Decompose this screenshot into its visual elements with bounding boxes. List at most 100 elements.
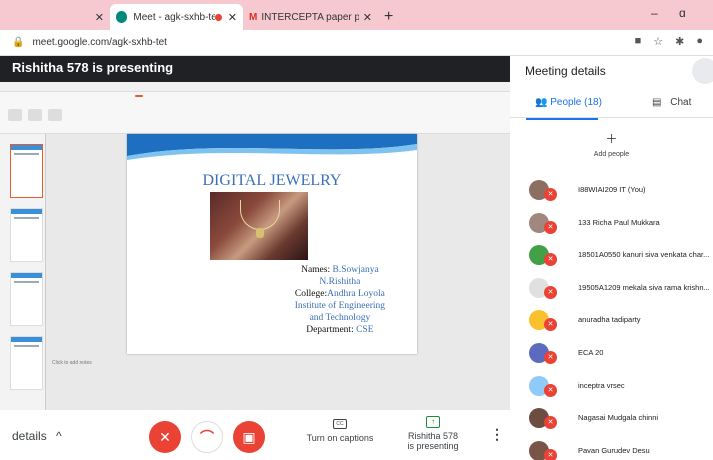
participant-row[interactable]: ✕ 18501A0550 kanuri siva venkata char...	[510, 239, 713, 272]
active-tab-indicator	[526, 118, 598, 120]
chevron-up-icon: ^	[56, 429, 62, 443]
participant-name: 133 Richa Paul Mukkara	[578, 217, 660, 227]
camera-indicator-icon[interactable]: ■	[635, 35, 642, 48]
participant-name: inceptra vrsec	[578, 380, 625, 390]
participant-row[interactable]: ✕ I88WIAI209 IT (You)	[510, 174, 713, 207]
muted-icon: ✕	[544, 318, 557, 332]
new-tab-button[interactable]: +	[384, 4, 393, 30]
presenter-line-2: is presenting	[407, 441, 459, 452]
profile-icon[interactable]: ●	[696, 35, 703, 48]
college-label: College:	[294, 289, 328, 300]
bookmark-star-icon[interactable]: ☆	[653, 35, 663, 48]
slide-info: Names: B.Sowjanya N.Rishitha College:And…	[295, 264, 385, 336]
recording-dot-icon	[215, 13, 222, 21]
url-field[interactable]: meet.google.com/agk-sxhb-tet	[32, 37, 167, 48]
participant-row[interactable]: ✕ 19505A1209 mekala siva rama krishn...	[510, 272, 713, 305]
details-label: details	[12, 429, 47, 443]
tab-chat[interactable]: ▤ Chat	[652, 97, 691, 108]
slide-headline: DIGITAL JEWELRY	[202, 172, 342, 189]
muted-icon: ✕	[544, 416, 557, 430]
people-icon: 👥	[535, 97, 548, 108]
slide-header-swoosh	[127, 134, 417, 160]
muted-icon: ✕	[544, 285, 557, 299]
jewelry-photo	[210, 192, 308, 260]
name-2: N.Rishitha	[319, 277, 361, 288]
people-tab-label: People (18)	[550, 97, 602, 108]
participant-name: ECA 20	[578, 347, 604, 357]
college-line-1: Andhra Loyola	[327, 289, 385, 300]
meet-favicon-icon	[116, 11, 128, 23]
participant-row[interactable]: ✕ anuradha tadiparty	[510, 304, 713, 337]
participant-list: ✕ I88WIAI209 IT (You) ✕ 133 Richa Paul M…	[510, 174, 713, 460]
presenting-title: Rishitha 578 is presenting	[12, 60, 174, 75]
presenter-line-1: Rishitha 578	[407, 431, 459, 441]
participant-row[interactable]: ✕ Nagasai Mudgala chinni	[510, 402, 713, 435]
captions-label: Turn on captions	[306, 433, 374, 443]
address-bar: 🔒 meet.google.com/agk-sxhb-tet ■ ☆ ✱ ●	[0, 30, 713, 56]
slide-thumbnail	[10, 336, 43, 390]
captions-icon: CC	[333, 419, 347, 429]
panel-tabs: 👥 People (18) ▤ Chat	[510, 92, 713, 120]
close-icon[interactable]: ✕	[228, 11, 237, 24]
participant-name: anuradha tadiparty	[578, 315, 641, 325]
ribbon-tabs	[135, 95, 143, 97]
presentation-app-titlebar	[0, 82, 510, 92]
participant-row[interactable]: ✕ inceptra vrsec	[510, 370, 713, 403]
tab-title: INTERCEPTA paper presentation	[261, 11, 359, 23]
shared-screen: DIGITAL JEWELRY Names: B.Sowjanya N.Rish…	[0, 82, 510, 436]
more-options-button[interactable]: ⋮	[490, 426, 504, 443]
tab-people[interactable]: 👥 People (18)	[526, 97, 602, 120]
leave-call-button[interactable]: ⌒	[191, 421, 223, 453]
captions-button[interactable]: CC Turn on captions	[300, 419, 380, 443]
participant-row[interactable]: ✕ Pavan Gurudev Desu	[510, 435, 713, 460]
ribbon-icon	[8, 109, 22, 121]
participant-name: I88WIAI209 IT (You)	[578, 185, 646, 194]
present-icon: ↑	[426, 416, 440, 428]
slide-editor: DIGITAL JEWELRY Names: B.Sowjanya N.Rish…	[0, 134, 510, 418]
participant-name: 18501A0550 kanuri siva venkata char...	[578, 250, 710, 260]
add-people-label: Add people	[593, 151, 630, 158]
ribbon-icon	[48, 109, 62, 121]
participant-row[interactable]: ✕ 133 Richa Paul Mukkara	[510, 207, 713, 240]
add-person-icon: ＋	[605, 132, 618, 146]
participant-name: Pavan Gurudev Desu	[578, 445, 650, 455]
slide-thumbnails	[0, 134, 46, 418]
muted-icon: ✕	[544, 350, 557, 364]
chat-tab-label: Chat	[670, 97, 692, 108]
participant-name: Nagasai Mudgala chinni	[578, 413, 659, 423]
muted-icon: ✕	[544, 188, 557, 201]
muted-icon: ✕	[544, 383, 557, 397]
name-1: B.Sowjanya	[332, 265, 379, 275]
add-people-button[interactable]: ＋ Add people	[510, 130, 713, 158]
presentation-ribbon	[0, 92, 510, 134]
camera-toggle-button[interactable]: ▣	[233, 421, 265, 453]
muted-icon: ✕	[544, 253, 557, 267]
meeting-details-panel: Meeting details 👥 People (18) ▤ Chat ＋ A…	[510, 56, 713, 460]
close-panel-button[interactable]	[692, 58, 713, 84]
browser-tab-bar: ✕ Meet - agk-sxhb-tet ✕ M INTERCEPTA pap…	[0, 0, 713, 30]
camera-off-icon: ▣	[242, 428, 256, 445]
browser-tab-previous[interactable]: ✕	[0, 4, 110, 30]
browser-tab-meet[interactable]: Meet - agk-sxhb-tet ✕	[110, 4, 243, 30]
participant-row[interactable]: ✕ ECA 20	[510, 337, 713, 370]
department-value: CSE	[356, 325, 374, 336]
close-icon[interactable]: ✕	[95, 11, 104, 24]
mic-toggle-button[interactable]: ✕	[149, 421, 181, 453]
close-icon[interactable]: ✕	[363, 11, 372, 24]
muted-icon: ✕	[544, 448, 557, 460]
ribbon-icon	[28, 109, 42, 121]
browser-tab-gmail[interactable]: M INTERCEPTA paper presentation ✕	[243, 4, 378, 30]
minimize-button[interactable]: –	[651, 6, 658, 20]
tab-title: Meet - agk-sxhb-tet	[133, 11, 216, 23]
toolbar-icons: ■ ☆ ✱ ●	[635, 35, 703, 48]
participant-name: 19505A1209 mekala siva rama krishn...	[578, 282, 710, 292]
meet-controls-bar: details ^ ✕ ⌒ ▣ CC Turn on captions ↑ Ri…	[0, 410, 510, 460]
department-label: Department:	[306, 325, 354, 336]
ribbon-tab-home	[135, 95, 143, 97]
college-line-3: and Technology	[309, 313, 371, 324]
maximize-button[interactable]: ɑ	[679, 6, 686, 20]
extensions-icon[interactable]: ✱	[675, 35, 684, 48]
lock-icon[interactable]: 🔒	[12, 37, 24, 48]
present-now-button[interactable]: ↑ Rishitha 578 is presenting	[395, 416, 471, 452]
meeting-details-toggle[interactable]: details ^	[12, 429, 62, 443]
